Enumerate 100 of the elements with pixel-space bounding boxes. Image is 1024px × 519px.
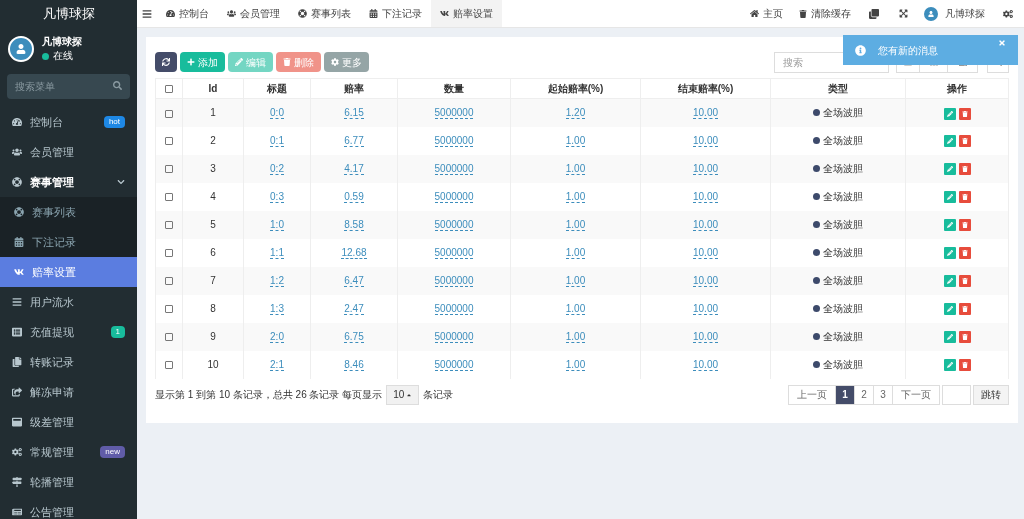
menu-icon[interactable] xyxy=(142,8,152,19)
nav-tab[interactable]: 控制台 xyxy=(157,0,218,27)
editable-link[interactable]: 10.00 xyxy=(693,219,718,231)
row-checkbox[interactable] xyxy=(165,193,173,202)
editable-link[interactable]: 5000000 xyxy=(434,247,474,259)
editable-link[interactable]: 10.00 xyxy=(693,191,718,203)
menu-item[interactable]: 公告管理 xyxy=(0,497,137,519)
editable-link[interactable]: 6.47 xyxy=(344,275,364,287)
nav-link[interactable]: 清除缓存 xyxy=(791,6,859,21)
delete-button[interactable] xyxy=(958,191,971,204)
row-checkbox[interactable] xyxy=(165,137,173,146)
add-button[interactable]: 添加 xyxy=(180,52,225,72)
row-checkbox[interactable] xyxy=(165,109,173,118)
delete-button[interactable] xyxy=(958,107,971,120)
delete-button[interactable] xyxy=(958,135,971,148)
editable-link[interactable]: 1.00 xyxy=(565,247,586,259)
editable-link[interactable]: 10.00 xyxy=(693,331,718,343)
page-button[interactable]: 2 xyxy=(854,385,873,404)
page-number-field[interactable] xyxy=(942,384,971,405)
menu-item[interactable]: 级差管理 xyxy=(0,407,137,437)
edit-button[interactable] xyxy=(943,331,956,344)
editable-link[interactable]: 2:1 xyxy=(270,359,284,371)
editable-link[interactable]: 12.68 xyxy=(341,247,367,259)
delete-button[interactable] xyxy=(958,219,971,232)
row-checkbox[interactable] xyxy=(165,305,173,314)
edit-button[interactable] xyxy=(943,163,956,176)
editable-link[interactable]: 1:0 xyxy=(270,219,284,231)
editable-link[interactable]: 0:1 xyxy=(270,135,284,147)
editable-link[interactable]: 5000000 xyxy=(434,275,474,287)
gears-icon[interactable] xyxy=(1003,8,1013,19)
editable-link[interactable]: 5000000 xyxy=(434,191,474,203)
menu-item[interactable]: 轮播管理 xyxy=(0,467,137,497)
editable-link[interactable]: 2:0 xyxy=(270,331,284,343)
editable-link[interactable]: 1.00 xyxy=(565,135,586,147)
delete-button[interactable] xyxy=(958,163,971,176)
row-checkbox[interactable] xyxy=(165,165,173,174)
menu-item[interactable]: 用户流水 xyxy=(0,287,137,317)
row-checkbox[interactable] xyxy=(165,277,173,286)
edit-button[interactable] xyxy=(943,191,956,204)
editable-link[interactable]: 5000000 xyxy=(434,219,474,231)
edit-button[interactable] xyxy=(943,247,956,260)
delete-button[interactable] xyxy=(958,275,971,288)
menu-item[interactable]: 赛事管理 xyxy=(0,167,137,197)
menu-item[interactable]: 转账记录 xyxy=(0,347,137,377)
editable-link[interactable]: 10.00 xyxy=(693,107,718,120)
row-checkbox[interactable] xyxy=(165,249,173,258)
editable-link[interactable]: 10.00 xyxy=(693,303,718,315)
delete-button[interactable] xyxy=(958,331,971,344)
editable-link[interactable]: 1.20 xyxy=(565,107,586,120)
editable-link[interactable]: 10.00 xyxy=(693,163,718,175)
editable-link[interactable]: 4.17 xyxy=(344,163,364,175)
menu-search-field[interactable]: 搜索菜单 xyxy=(7,74,130,99)
edit-button[interactable] xyxy=(943,107,956,120)
select-all-checkbox[interactable] xyxy=(165,85,173,94)
editable-link[interactable]: 10.00 xyxy=(693,247,718,259)
editable-link[interactable]: 0:0 xyxy=(270,107,284,120)
editable-link[interactable]: 8.46 xyxy=(344,359,364,371)
editable-link[interactable]: 1.00 xyxy=(565,163,586,175)
editable-link[interactable]: 10.00 xyxy=(693,135,718,147)
editable-link[interactable]: 0:2 xyxy=(270,163,284,175)
refresh-button[interactable] xyxy=(155,52,177,72)
menu-item[interactable]: 控制台 hot xyxy=(0,107,137,137)
editable-link[interactable]: 1.00 xyxy=(565,191,586,203)
delete-button[interactable] xyxy=(958,303,971,316)
editable-link[interactable]: 1.00 xyxy=(565,359,586,371)
editable-link[interactable]: 1:2 xyxy=(270,275,284,287)
delete-button[interactable] xyxy=(958,359,971,372)
fullscreen-icon[interactable] xyxy=(899,9,908,18)
copy-icon[interactable] xyxy=(869,8,879,19)
page-button[interactable]: 3 xyxy=(873,385,892,404)
editable-link[interactable]: 1.00 xyxy=(565,219,586,231)
menu-item[interactable]: 赔率设置 xyxy=(0,257,137,287)
row-checkbox[interactable] xyxy=(165,361,173,370)
editable-link[interactable]: 5000000 xyxy=(434,331,474,343)
nav-link[interactable]: 主页 xyxy=(742,6,791,21)
prev-page-button[interactable]: 上一页 xyxy=(789,385,835,404)
editable-link[interactable]: 10.00 xyxy=(693,359,718,371)
nav-tab[interactable]: 会员管理 xyxy=(218,0,289,27)
page-button[interactable]: 1 xyxy=(835,385,854,404)
editable-link[interactable]: 5000000 xyxy=(434,359,474,371)
nav-tab[interactable]: 赛事列表 xyxy=(289,0,360,27)
edit-button[interactable] xyxy=(943,303,956,316)
menu-item[interactable]: 下注记录 xyxy=(0,227,137,257)
edit-button[interactable] xyxy=(943,359,956,372)
editable-link[interactable]: 6.15 xyxy=(344,107,364,120)
editable-link[interactable]: 5000000 xyxy=(434,303,474,315)
editable-link[interactable]: 5000000 xyxy=(434,135,474,147)
edit-button[interactable] xyxy=(943,275,956,288)
menu-item[interactable]: 赛事列表 xyxy=(0,197,137,227)
menu-item[interactable]: 解冻申请 xyxy=(0,377,137,407)
menu-item[interactable]: 充值提现 1 xyxy=(0,317,137,347)
editable-link[interactable]: 10.00 xyxy=(693,275,718,287)
more-button[interactable]: 更多 xyxy=(324,52,369,72)
edit-button[interactable] xyxy=(943,219,956,232)
editable-link[interactable]: 6.75 xyxy=(344,331,364,343)
edit-button[interactable] xyxy=(943,135,956,148)
menu-item[interactable]: 会员管理 xyxy=(0,137,137,167)
editable-link[interactable]: 1.00 xyxy=(565,303,586,315)
editable-link[interactable]: 5000000 xyxy=(434,107,474,120)
delete-button[interactable] xyxy=(958,247,971,260)
